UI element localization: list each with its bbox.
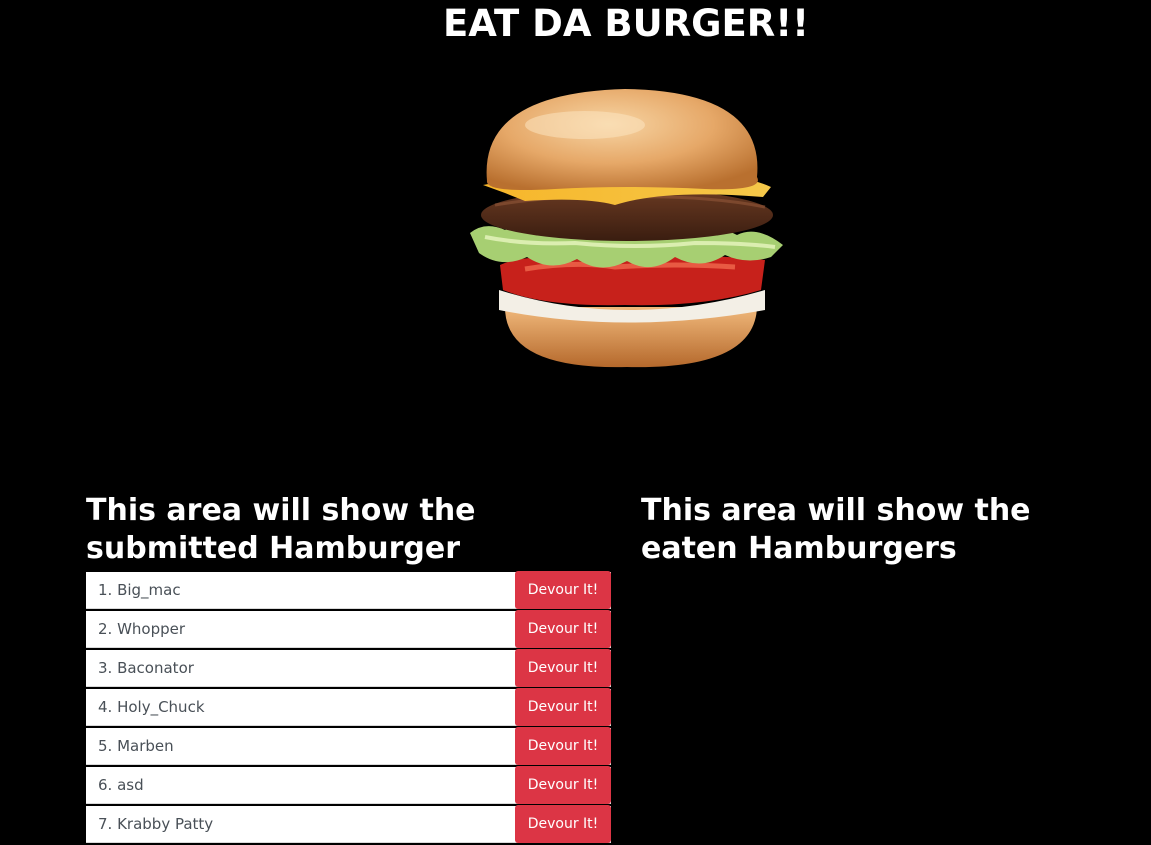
burger-name: 3. Baconator	[98, 659, 194, 677]
list-item: 2. Whopper Devour It!	[86, 610, 611, 648]
burger-name: 4. Holy_Chuck	[98, 698, 205, 716]
eaten-heading: This area will show the eaten Hamburgers	[641, 493, 1031, 566]
page: EAT DA BURGER!! This area will show the …	[0, 0, 1151, 845]
burger-name: 6. asd	[98, 776, 144, 794]
burger-name: 2. Whopper	[98, 620, 186, 638]
devour-button[interactable]: Devour It!	[515, 649, 611, 687]
devour-button[interactable]: Devour It!	[515, 805, 611, 843]
list-item: 5. Marben Devour It!	[86, 727, 611, 765]
list-item: 6. asd Devour It!	[86, 766, 611, 804]
devour-button[interactable]: Devour It!	[515, 610, 611, 648]
page-title: EAT DA BURGER!!	[442, 2, 809, 45]
list-item: 7. Krabby Patty Devour It!	[86, 805, 611, 843]
devour-button[interactable]: Devour It!	[515, 766, 611, 804]
burger-image	[465, 85, 790, 375]
burger-name: 5. Marben	[98, 737, 174, 755]
burger-name: 1. Big_mac	[98, 581, 181, 599]
devour-button[interactable]: Devour It!	[515, 688, 611, 726]
list-item: 3. Baconator Devour It!	[86, 649, 611, 687]
list-item: 1. Big_mac Devour It!	[86, 571, 611, 609]
submitted-burger-list: 1. Big_mac Devour It! 2. Whopper Devour …	[86, 571, 611, 845]
burger-name: 7. Krabby Patty	[98, 815, 214, 833]
submitted-heading: This area will show the submitted Hambur…	[86, 493, 476, 566]
devour-button[interactable]: Devour It!	[515, 571, 611, 609]
list-item: 4. Holy_Chuck Devour It!	[86, 688, 611, 726]
devour-button[interactable]: Devour It!	[515, 727, 611, 765]
